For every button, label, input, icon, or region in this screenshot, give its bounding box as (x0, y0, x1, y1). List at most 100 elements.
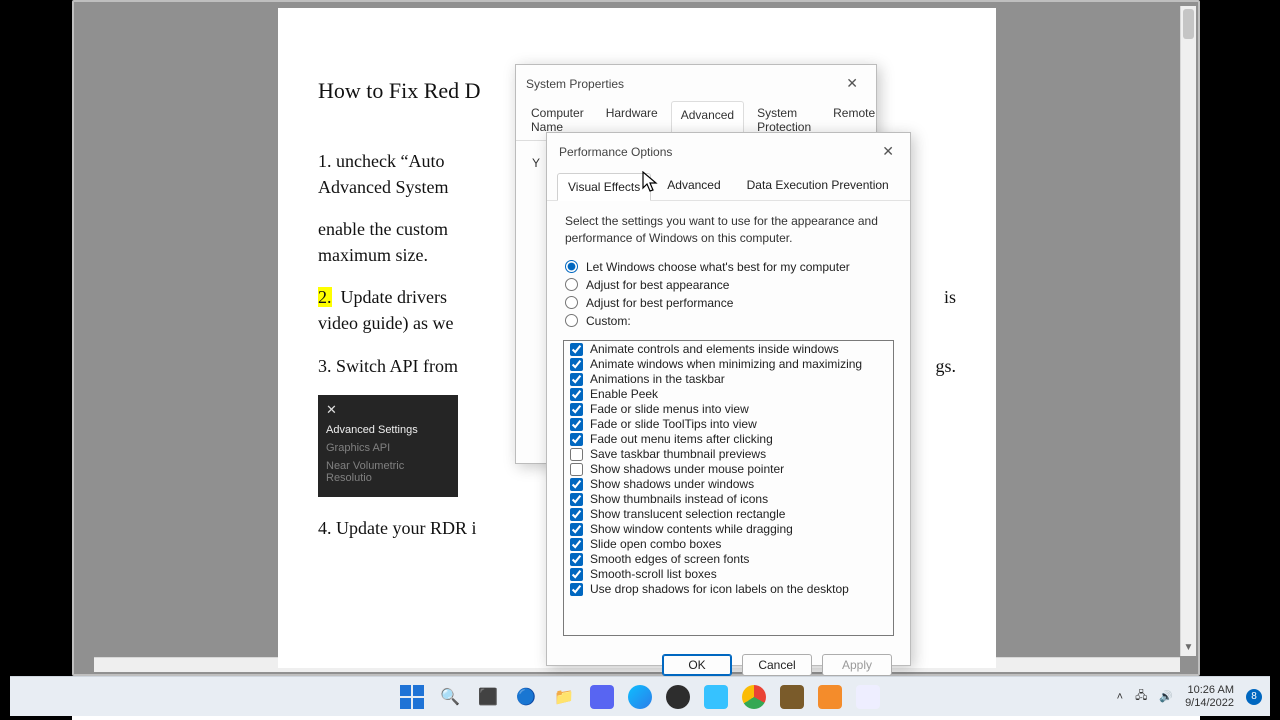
minecraft-icon[interactable] (779, 684, 805, 710)
ok-button[interactable]: OK (662, 654, 732, 676)
dialog-title: Performance Options (559, 145, 672, 159)
scroll-thumb[interactable] (1183, 9, 1194, 39)
system-tray: ˄ 🖧 🔊 10:26 AM 9/14/2022 8 (1117, 684, 1262, 709)
checkbox-input[interactable] (570, 553, 583, 566)
paint-icon[interactable] (855, 684, 881, 710)
checkbox-label: Show window contents while dragging (590, 522, 793, 536)
checklist-item[interactable]: Smooth edges of screen fonts (566, 552, 891, 567)
tab-visual-effects[interactable]: Visual Effects (557, 173, 651, 201)
radio-input[interactable] (565, 314, 578, 327)
close-icon[interactable]: ✕ (874, 141, 902, 162)
chrome-icon[interactable] (741, 684, 767, 710)
search-icon[interactable]: 🔍 (437, 684, 463, 710)
checklist-item[interactable]: Use drop shadows for icon labels on the … (566, 582, 891, 597)
checkbox-input[interactable] (570, 403, 583, 416)
edge-icon[interactable] (627, 684, 653, 710)
discord-icon[interactable] (589, 684, 615, 710)
panel-row: Graphics API (318, 439, 458, 457)
checkbox-label: Animate controls and elements inside win… (590, 342, 839, 356)
radio-label: Adjust for best performance (586, 296, 733, 310)
checklist-item[interactable]: Fade out menu items after clicking (566, 432, 891, 447)
checkbox-input[interactable] (570, 538, 583, 551)
checklist-item[interactable]: Show shadows under mouse pointer (566, 462, 891, 477)
panel-row: Near Volumetric Resolutio (318, 457, 458, 487)
browser-viewport: ▲ ▼ How to Fix Red D 1. uncheck “AutoAdv… (72, 0, 1200, 676)
checklist-item[interactable]: Save taskbar thumbnail previews (566, 447, 891, 462)
checkbox-input[interactable] (570, 388, 583, 401)
checkbox-label: Fade out menu items after clicking (590, 432, 773, 446)
checklist-item[interactable]: Fade or slide ToolTips into view (566, 417, 891, 432)
start-icon[interactable] (399, 684, 425, 710)
checkbox-label: Fade or slide ToolTips into view (590, 417, 757, 431)
radio-input[interactable] (565, 260, 578, 273)
checkbox-input[interactable] (570, 358, 583, 371)
checklist-item[interactable]: Show window contents while dragging (566, 522, 891, 537)
norton-icon[interactable] (703, 684, 729, 710)
checklist-item[interactable]: Enable Peek (566, 387, 891, 402)
checkbox-input[interactable] (570, 583, 583, 596)
task-view-icon[interactable]: ⬛ (475, 684, 501, 710)
checkbox-label: Show translucent selection rectangle (590, 507, 785, 521)
explorer-icon[interactable]: 📁 (551, 684, 577, 710)
checklist-item[interactable]: Animate controls and elements inside win… (566, 342, 891, 357)
checkbox-label: Show shadows under mouse pointer (590, 462, 784, 476)
radio-input[interactable] (565, 296, 578, 309)
vertical-scrollbar[interactable]: ▲ ▼ (1180, 6, 1196, 656)
taskbar-center: 🔍 ⬛ 🔵 📁 (399, 684, 881, 710)
checkbox-input[interactable] (570, 523, 583, 536)
app-icon[interactable] (817, 684, 843, 710)
radio-input[interactable] (565, 278, 578, 291)
checkbox-label: Animate windows when minimizing and maxi… (590, 357, 862, 371)
radio-option[interactable]: Custom: (565, 312, 892, 330)
checkbox-label: Enable Peek (590, 387, 658, 401)
panel-title: Advanced Settings (318, 421, 458, 439)
volume-icon[interactable]: 🔊 (1159, 690, 1173, 703)
checkbox-input[interactable] (570, 433, 583, 446)
radio-label: Adjust for best appearance (586, 278, 729, 292)
tab-advanced[interactable]: Advanced (657, 172, 730, 200)
checkbox-input[interactable] (570, 568, 583, 581)
checkbox-label: Use drop shadows for icon labels on the … (590, 582, 849, 596)
checkbox-input[interactable] (570, 373, 583, 386)
clock-date: 9/14/2022 (1185, 697, 1234, 710)
obs-icon[interactable] (665, 684, 691, 710)
tray-clock[interactable]: 10:26 AM 9/14/2022 (1185, 684, 1234, 709)
windows-taskbar: 🔍 ⬛ 🔵 📁 ˄ 🖧 🔊 10:26 AM 9/14/2022 8 (10, 676, 1270, 716)
checkbox-input[interactable] (570, 418, 583, 431)
radio-option[interactable]: Adjust for best appearance (565, 276, 892, 294)
checkbox-input[interactable] (570, 493, 583, 506)
clock-time: 10:26 AM (1185, 684, 1234, 697)
radio-option[interactable]: Adjust for best performance (565, 294, 892, 312)
tab-dep[interactable]: Data Execution Prevention (737, 172, 899, 200)
checklist-item[interactable]: Animate windows when minimizing and maxi… (566, 357, 891, 372)
checkbox-label: Smooth edges of screen fonts (590, 552, 749, 566)
scroll-down-arrow[interactable]: ▼ (1181, 640, 1196, 656)
checklist-item[interactable]: Show thumbnails instead of icons (566, 492, 891, 507)
checklist-item[interactable]: Show translucent selection rectangle (566, 507, 891, 522)
checkbox-label: Animations in the taskbar (590, 372, 725, 386)
checklist-item[interactable]: Show shadows under windows (566, 477, 891, 492)
checkbox-input[interactable] (570, 463, 583, 476)
apply-button[interactable]: Apply (822, 654, 892, 676)
radio-option[interactable]: Let Windows choose what's best for my co… (565, 258, 892, 276)
tray-chevron-icon[interactable]: ˄ (1117, 691, 1123, 703)
checkbox-input[interactable] (570, 343, 583, 356)
checkbox-label: Save taskbar thumbnail previews (590, 447, 766, 461)
widgets-icon[interactable]: 🔵 (513, 684, 539, 710)
checklist-item[interactable]: Animations in the taskbar (566, 372, 891, 387)
dialog-title: System Properties (526, 77, 624, 91)
radio-label: Custom: (586, 314, 631, 328)
checkbox-input[interactable] (570, 478, 583, 491)
perfopts-radio-group: Let Windows choose what's best for my co… (547, 256, 910, 336)
checklist-item[interactable]: Fade or slide menus into view (566, 402, 891, 417)
visual-effects-checklist[interactable]: Animate controls and elements inside win… (563, 340, 894, 636)
network-icon[interactable]: 🖧 (1135, 687, 1147, 706)
checklist-item[interactable]: Smooth-scroll list boxes (566, 567, 891, 582)
checkbox-label: Show shadows under windows (590, 477, 754, 491)
checkbox-input[interactable] (570, 448, 583, 461)
checkbox-input[interactable] (570, 508, 583, 521)
checklist-item[interactable]: Slide open combo boxes (566, 537, 891, 552)
notifications-badge[interactable]: 8 (1246, 689, 1262, 705)
close-icon[interactable]: ✕ (838, 73, 866, 94)
cancel-button[interactable]: Cancel (742, 654, 812, 676)
